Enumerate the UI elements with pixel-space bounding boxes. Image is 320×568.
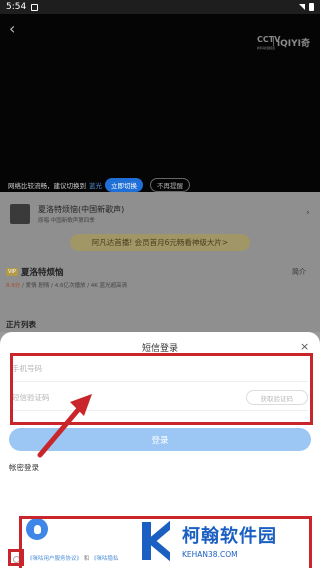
service-agreement-link[interactable]: 《咪咕用户服务协议》 bbox=[27, 556, 82, 562]
watermark: 柯翰软件园 KEHAN38.COM bbox=[120, 516, 320, 568]
network-hint-text: 网络比较流畅，建议切换到 bbox=[8, 182, 86, 190]
show-meta: 8.9分 / 爱情 剧情 / 4.6亿次播放 / 4K 蓝光超高清 bbox=[6, 281, 127, 289]
close-icon[interactable]: × bbox=[300, 340, 309, 353]
watermark-domain: KEHAN38.COM bbox=[182, 550, 238, 559]
video-player[interactable]: ‹ CCTV 新科动漫频道 iQIYI奇 网络比较流畅，建议切换到 蓝光 立即切换… bbox=[0, 14, 320, 192]
login-button[interactable]: 登录 bbox=[9, 428, 311, 451]
music-thumbnail[interactable] bbox=[10, 204, 30, 224]
sheet-title: 短信登录 bbox=[141, 344, 178, 354]
network-hint-highlight: 蓝光 bbox=[89, 182, 102, 190]
back-icon[interactable]: ‹ bbox=[9, 19, 15, 38]
qq-icon bbox=[33, 524, 41, 534]
notification-icon bbox=[31, 3, 39, 11]
iqiyi-logo: iQIYI奇 bbox=[277, 39, 310, 49]
phone-input[interactable] bbox=[12, 364, 308, 373]
signal-icon bbox=[299, 4, 305, 10]
battery-icon bbox=[309, 3, 314, 11]
vip-promo-banner[interactable]: 阿凡达首播! 会员首月6元畅看神级大片> bbox=[70, 234, 250, 251]
agreement-checkbox[interactable] bbox=[13, 556, 20, 563]
logo-divider bbox=[273, 36, 274, 46]
sms-code-field[interactable]: 获取验证码 bbox=[12, 385, 308, 411]
password-login-link[interactable]: 帐密登录 bbox=[9, 462, 39, 473]
show-title: 夏洛特烦恼 bbox=[21, 268, 64, 278]
qq-login-button[interactable] bbox=[26, 518, 48, 540]
music-subtitle: 原唱·中国新歌声第四季 bbox=[38, 218, 95, 224]
privacy-agreement-link[interactable]: 《咪咕隐私 bbox=[91, 556, 119, 562]
get-code-button[interactable]: 获取验证码 bbox=[245, 390, 308, 405]
agreement-and: 和 bbox=[83, 556, 90, 562]
chevron-right-icon[interactable]: › bbox=[306, 208, 310, 218]
intro-link[interactable]: 简介 bbox=[292, 267, 306, 277]
show-meta-rest: / 爱情 剧情 / 4.6亿次播放 / 4K 蓝光超高清 bbox=[20, 283, 128, 289]
switch-now-button[interactable]: 立即切换 bbox=[105, 178, 143, 192]
network-hint: 网络比较流畅，建议切换到 蓝光 立即切换 不再提醒 bbox=[8, 178, 190, 192]
no-remind-button[interactable]: 不再提醒 bbox=[150, 178, 190, 192]
music-title[interactable]: 夏洛特烦恼(中国新歌声) bbox=[38, 204, 124, 215]
phone-field[interactable] bbox=[12, 356, 308, 382]
detail-content: 夏洛特烦恼(中国新歌声) 原唱·中国新歌声第四季 › 阿凡达首播! 会员首月6元… bbox=[0, 192, 320, 332]
status-time: 5:54 bbox=[6, 2, 27, 12]
show-score: 8.9分 bbox=[6, 283, 21, 289]
agreement-text: 《咪咕用户服务协议》 和 《咪咕隐私 bbox=[27, 554, 119, 562]
vip-badge: VIP bbox=[6, 268, 18, 276]
watermark-logo bbox=[142, 520, 172, 562]
watermark-name: 柯翰软件园 bbox=[182, 526, 277, 547]
episodes-heading: 正片列表 bbox=[6, 320, 36, 329]
sms-code-input[interactable] bbox=[12, 393, 242, 402]
status-bar: 5:54 bbox=[0, 0, 320, 14]
